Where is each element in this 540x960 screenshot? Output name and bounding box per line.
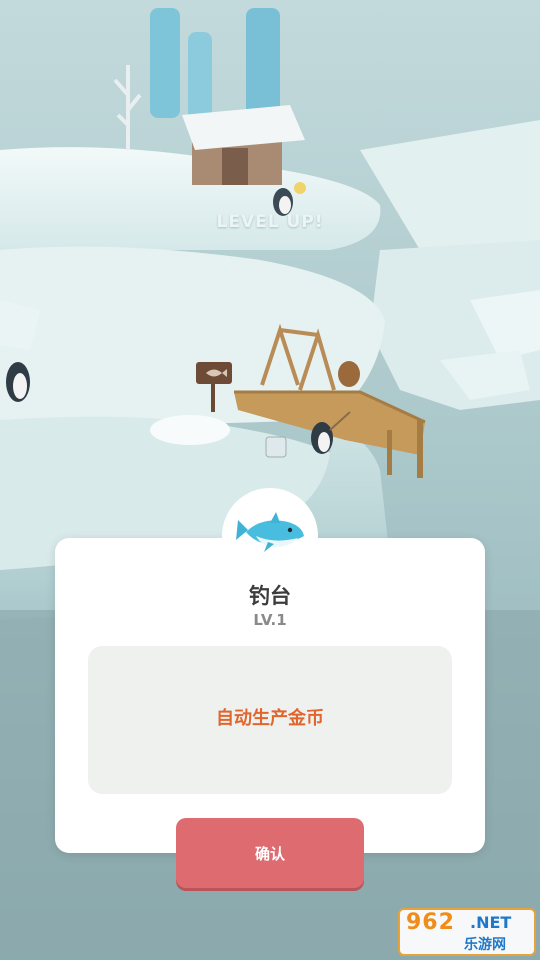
watermark-subtitle: 乐游网 [464,937,506,953]
dolphin-icon [236,512,304,552]
dock-post [417,420,423,478]
watermark-suffix: .NET [470,913,512,932]
building-name: 钓台 [249,584,291,608]
level-up-label: LEVEL UP! [216,212,324,232]
building-level: LV.1 [253,611,287,629]
watermark-brand: 962 [406,910,455,935]
confirm-button[interactable]: 确认 [176,818,364,888]
building-icon-badge [222,488,318,584]
flower [294,182,306,194]
barrel [338,361,360,387]
building-description: 自动生产金币 [216,708,324,729]
ice-tree-1 [150,8,180,118]
description-panel: 自动生产金币 [88,646,452,794]
bucket [265,436,287,458]
ice-tree-3 [246,8,280,123]
site-watermark: 962 .NET 乐游网 [398,908,536,956]
fishing-hole [150,415,230,445]
ice-tree-2 [188,32,212,122]
cabin-door [222,148,248,185]
